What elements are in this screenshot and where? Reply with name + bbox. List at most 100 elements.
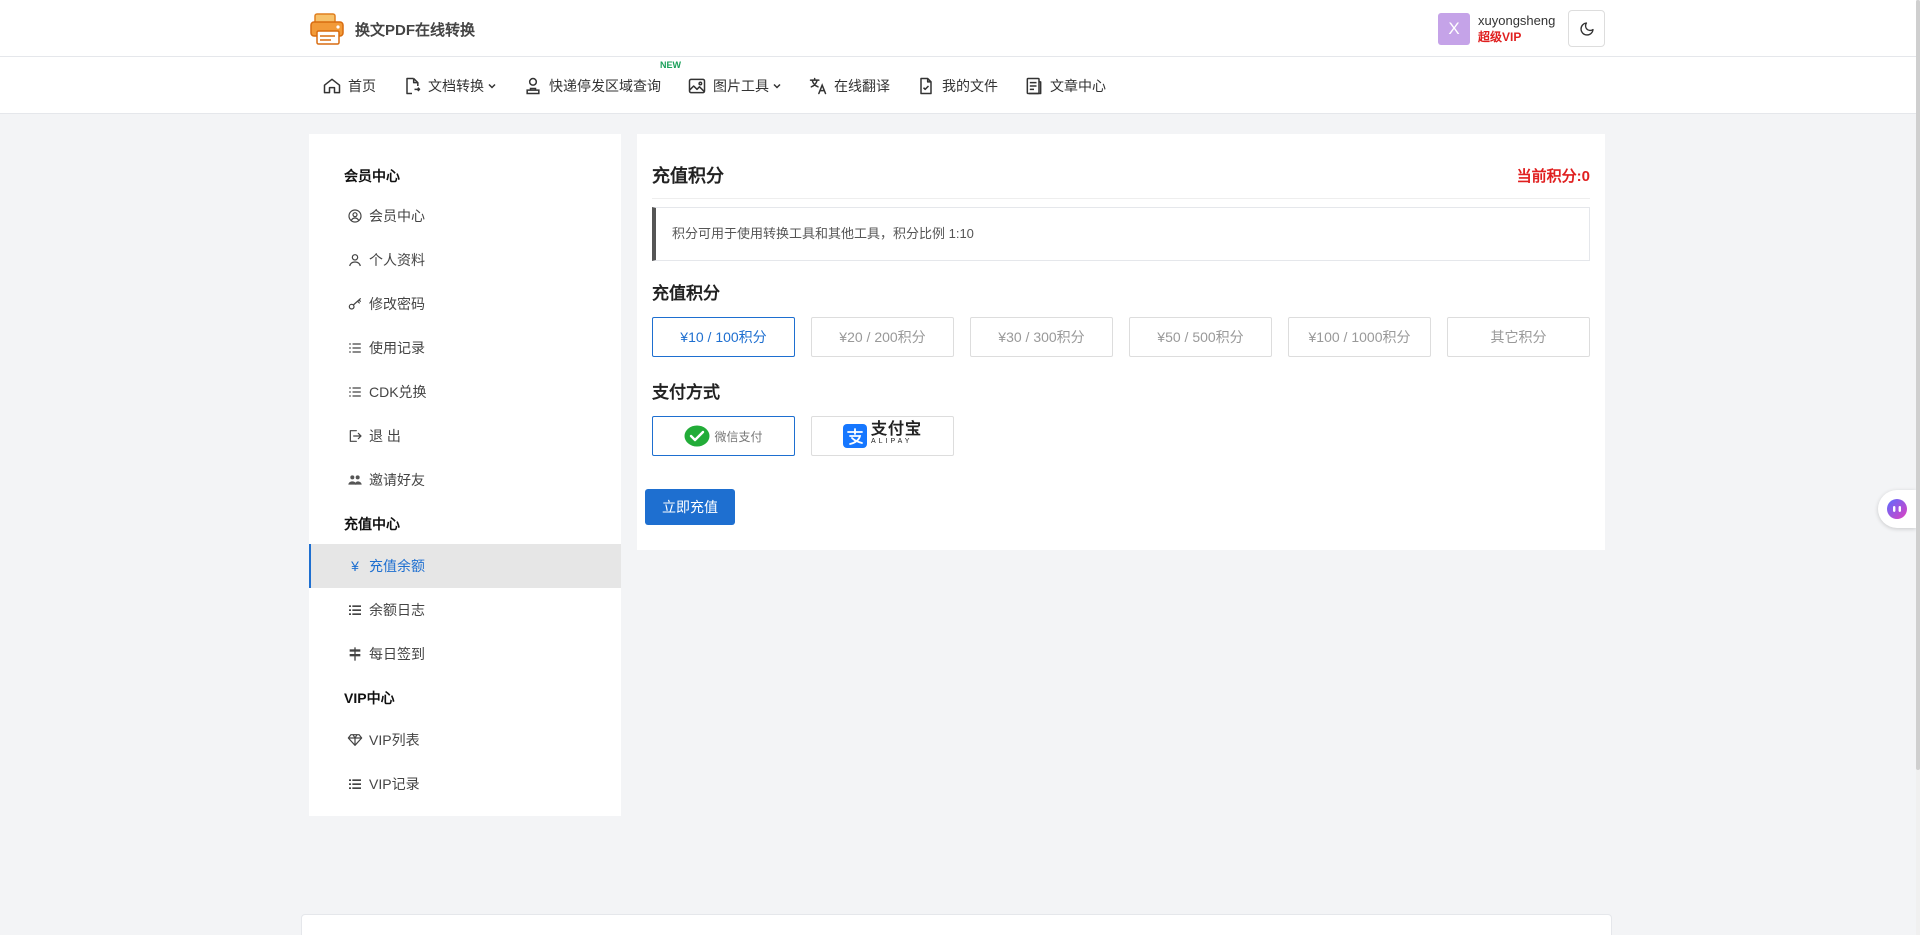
wechat-pay-label: 微信支付 [714,429,763,444]
sidebar-item-cdk-redeem[interactable]: CDK兑换 [309,370,621,414]
nav-item-image-tools[interactable]: 图片工具 [687,76,782,96]
nav-item-express-query[interactable]: 快递停发区域查询 NEW [523,60,681,96]
nav-item-articles[interactable]: 文章中心 [1024,76,1106,96]
sidebar-item-label: VIP列表 [369,732,420,748]
list-icon [349,387,361,397]
nav-label: 文档转换 [428,77,484,94]
current-points: 当前积分:0 [1516,168,1590,185]
sidebar-item-label: 修改密码 [369,296,425,312]
floating-assistant-button[interactable] [1878,490,1916,528]
top-header: 换文PDF在线转换 X xuyongsheng 超级VIP [0,0,1916,57]
site-logo[interactable]: 换文PDF在线转换 [309,12,475,46]
list-icon [349,343,361,353]
divider [652,198,1590,199]
sidebar-group-title: 充值中心 [344,516,400,532]
site-name: 换文PDF在线转换 [355,21,476,39]
amount-option-30[interactable]: ¥30 / 300积分 [970,317,1113,357]
document-convert-icon [406,77,421,94]
avatar: X [1438,13,1470,45]
users-icon [348,475,362,485]
amount-option-20[interactable]: ¥20 / 200积分 [811,317,954,357]
points-notice: 积分可用于使用转换工具和其他工具，积分比例 1:10 [652,207,1590,261]
chevron-down-icon [488,83,496,89]
nav-item-doc-convert[interactable]: 文档转换 [402,76,497,96]
page-title: 充值积分 [652,166,724,186]
sidebar-item-profile[interactable]: 个人资料 [309,238,621,282]
logout-icon [349,430,362,442]
payment-section-title: 支付方式 [652,383,720,402]
sidebar-item-daily-checkin[interactable]: 每日签到 [309,632,621,676]
scrollbar-thumb[interactable] [1916,0,1920,770]
sidebar-item-label: 会员中心 [369,208,425,224]
sidebar-item-change-password[interactable]: 修改密码 [309,282,621,326]
sidebar-item-balance-log[interactable]: 余额日志 [309,588,621,632]
dark-mode-toggle-button[interactable] [1568,10,1605,47]
signpost-icon [349,647,361,661]
footer-card [301,914,1612,935]
nav-list: 首页 文档转换 快递停发区域查询 NEW 图片工具 在线翻译 我的文件 文章中心 [322,57,1132,114]
sidebar-item-member-center[interactable]: 会员中心 [309,194,621,238]
assistant-icon [1887,499,1907,519]
nav-label: 在线翻译 [834,77,890,94]
wechat-pay-option[interactable]: 微信支付 [652,416,795,456]
nav-item-home[interactable]: 首页 [322,76,376,96]
user-level-badge: 超级VIP [1478,30,1522,44]
sidebar-item-vip-list[interactable]: VIP列表 [309,718,621,762]
alipay-text: 支付宝 ALIPAY [870,421,922,448]
sidebar-item-label: 充值余额 [369,558,425,574]
sidebar: 会员中心 会员中心 个人资料 修改密码 使用记录 CDK兑换 退 出 邀请好友 … [309,134,621,816]
sidebar-item-label: 个人资料 [369,252,425,268]
sidebar-item-recharge-balance[interactable]: ¥ 充值余额 [309,544,621,588]
nav-label: 首页 [348,77,376,94]
user-icon [349,254,361,267]
new-badge: NEW [660,59,681,70]
amount-option-10[interactable]: ¥10 / 100积分 [652,317,795,357]
diamond-icon [347,734,363,746]
wechat-pay-icon [684,425,710,447]
user-menu[interactable]: X xuyongsheng 超级VIP [1438,13,1555,45]
article-icon [1026,77,1042,94]
list-bold-icon [349,779,361,789]
sidebar-item-logout[interactable]: 退 出 [309,414,621,458]
amount-option-other[interactable]: 其它积分 [1447,317,1590,357]
alipay-option[interactable]: 支付宝 ALIPAY [811,416,954,456]
moon-icon [1579,21,1594,36]
sidebar-group-title: VIP中心 [344,690,395,706]
sidebar-item-label: 使用记录 [369,340,425,356]
nav-label: 我的文件 [942,77,998,94]
sidebar-item-vip-records[interactable]: VIP记录 [309,762,621,806]
user-meta: xuyongsheng 超级VIP [1478,13,1555,45]
username: xuyongsheng [1478,13,1556,28]
user-circle-icon [348,209,362,223]
sidebar-item-label: CDK兑换 [369,384,427,400]
file-check-icon [920,77,932,94]
nav-item-my-files[interactable]: 我的文件 [916,76,998,96]
sidebar-item-label: 邀请好友 [369,472,425,488]
sidebar-item-label: 退 出 [369,428,401,444]
list-bold-icon [349,605,361,615]
nav-item-translate[interactable]: 在线翻译 [808,76,890,96]
sidebar-item-label: 每日签到 [369,646,425,662]
sidebar-item-label: VIP记录 [369,776,420,792]
recharge-now-button[interactable]: 立即充值 [645,489,735,525]
yen-icon: ¥ [351,558,359,574]
nav-label: 文章中心 [1050,77,1106,94]
nav-label: 快递停发区域查询 [549,77,661,94]
translate-icon [809,77,827,94]
sidebar-item-invite-friends[interactable]: 邀请好友 [309,458,621,502]
image-icon [688,78,706,93]
home-icon [323,78,341,93]
amount-section-title: 充值积分 [652,284,720,303]
alipay-label: 支付宝 [870,421,922,438]
chevron-down-icon [773,83,781,89]
amount-option-100[interactable]: ¥100 / 1000积分 [1288,317,1431,357]
sidebar-item-usage-records[interactable]: 使用记录 [309,326,621,370]
recharge-panel: 充值积分 当前积分:0 积分可用于使用转换工具和其他工具，积分比例 1:10 充… [637,134,1605,550]
sidebar-item-label: 余额日志 [369,602,425,618]
alipay-icon [842,424,867,448]
amount-option-50[interactable]: ¥50 / 500积分 [1129,317,1272,357]
user-search-icon [526,77,540,94]
sidebar-group-title: 会员中心 [344,168,400,184]
main-nav: 首页 文档转换 快递停发区域查询 NEW 图片工具 在线翻译 我的文件 文章中心 [0,57,1916,114]
key-icon [348,298,361,310]
